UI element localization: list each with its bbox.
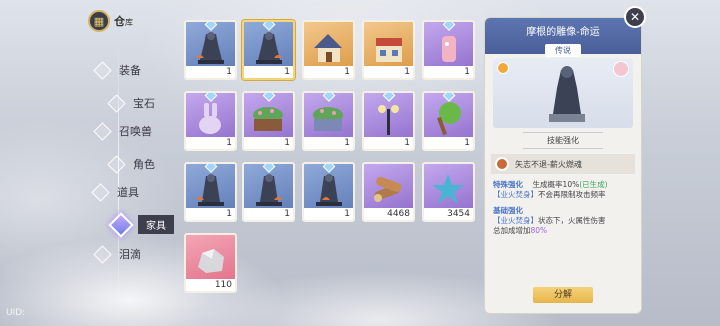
street-lamp-icon [378, 105, 399, 135]
warehouse-title: 仓库 [114, 15, 133, 28]
item-count: 4468 [364, 208, 413, 220]
rarity-badge: 传说 [545, 44, 581, 57]
warehouse-header: ▦ 仓库 [88, 10, 133, 32]
item-count: 1 [244, 66, 293, 78]
item-count: 1 [304, 66, 353, 78]
flame-icon [497, 62, 509, 74]
diamond-icon [93, 121, 112, 141]
inventory-item[interactable]: 1 [362, 91, 415, 151]
avatar [613, 61, 629, 77]
logs-icon [374, 176, 402, 202]
house-icon [376, 38, 402, 62]
inventory-item[interactable]: 1 [242, 162, 295, 222]
item-count: 1 [364, 137, 413, 149]
statue-icon [256, 174, 282, 206]
decompose-button[interactable]: 分解 [533, 287, 593, 303]
item-count: 1 [364, 66, 413, 78]
nav-line [118, 40, 119, 310]
category-nav: ▦ 仓库 装备 宝石 召唤兽 角色 道具 家具 泪滴 [0, 0, 175, 326]
inventory-item[interactable]: 1 [422, 20, 475, 80]
item-detail-panel: 摩根的雕像-命运 传说 技能强化 矢志不退-薪火燃魂 特殊强化 生成概率10%(… [484, 17, 642, 314]
item-preview [493, 58, 633, 128]
item-count: 1 [244, 137, 293, 149]
inventory-item[interactable]: 1 [422, 91, 475, 151]
statue-icon [196, 174, 224, 206]
bunny-statue-icon [199, 103, 221, 134]
pink-bottle-icon [442, 36, 456, 62]
inventory-item[interactable]: 1 [184, 162, 237, 222]
inventory-item[interactable]: 110 [184, 233, 237, 293]
item-name: 摩根的雕像-命运 [526, 27, 600, 38]
inventory-item[interactable]: 3454 [422, 162, 475, 222]
inventory-item[interactable]: 1 [184, 91, 237, 151]
basic-enhance: 基础强化 【业火焚身】状态下，火属性伤害 总加成增加80% [493, 206, 606, 235]
statue-preview-icon [549, 66, 585, 122]
nav-item-characters[interactable]: 角色 [107, 154, 155, 174]
inventory-item-selected[interactable]: 1 [242, 20, 295, 80]
diamond-icon [93, 60, 112, 80]
diamond-icon [107, 154, 126, 174]
item-count: 1 [304, 137, 353, 149]
inventory-item[interactable]: 1 [184, 20, 237, 80]
diamond-icon [93, 244, 112, 264]
nav-item-tears[interactable]: 泪滴 [93, 244, 141, 264]
item-count: 1 [186, 137, 235, 149]
skill-enhance-title: 技能强化 [523, 132, 603, 149]
inventory-item[interactable]: 1 [302, 162, 355, 222]
item-count: 1 [244, 208, 293, 220]
item-count: 1 [304, 208, 353, 220]
inventory-item[interactable]: 1 [242, 91, 295, 151]
item-count: 1 [424, 66, 473, 78]
diamond-icon [91, 182, 110, 202]
house-icon [314, 34, 342, 62]
nav-item-equipment[interactable]: 装备 [93, 60, 141, 80]
inventory-item[interactable]: 1 [302, 91, 355, 151]
nav-item-gems[interactable]: 宝石 [107, 93, 155, 113]
nav-item-furniture[interactable]: 家具 [108, 211, 174, 238]
warehouse-icon: ▦ [88, 10, 110, 32]
skill-name: 矢志不退-薪火燃魂 [515, 159, 582, 169]
rock-icon [198, 249, 224, 273]
item-count: 110 [186, 279, 235, 291]
special-enhance: 特殊强化 生成概率10%(已生成) 【业火焚身】不会再限制攻击频率 [493, 180, 608, 199]
statue-icon [196, 32, 224, 64]
item-count: 3454 [424, 208, 473, 220]
inventory-grid: 1 1 1 1 1 1 1 1 1 1 1 1 1 4468 3454 110 [180, 18, 480, 298]
nav-item-items[interactable]: 道具 [91, 182, 139, 202]
star-icon [432, 174, 464, 204]
skill-row: 矢志不退-薪火燃魂 [491, 154, 635, 174]
inventory-item[interactable]: 1 [362, 20, 415, 80]
planter-icon [253, 107, 283, 131]
diamond-icon [107, 93, 126, 113]
item-count: 1 [186, 208, 235, 220]
panel-header: 摩根的雕像-命运 传说 [485, 18, 641, 57]
close-button[interactable]: ✕ [624, 6, 646, 28]
inventory-item[interactable]: 4468 [362, 162, 415, 222]
statue-icon [256, 32, 282, 64]
item-count: 1 [186, 66, 235, 78]
statue-icon [316, 174, 342, 206]
diamond-icon [108, 211, 134, 238]
planter-icon [313, 107, 343, 131]
skill-icon [495, 157, 509, 171]
item-count: 1 [424, 137, 473, 149]
nav-item-summons[interactable]: 召唤兽 [93, 121, 152, 141]
tree-icon [437, 102, 461, 136]
inventory-item[interactable]: 1 [302, 20, 355, 80]
